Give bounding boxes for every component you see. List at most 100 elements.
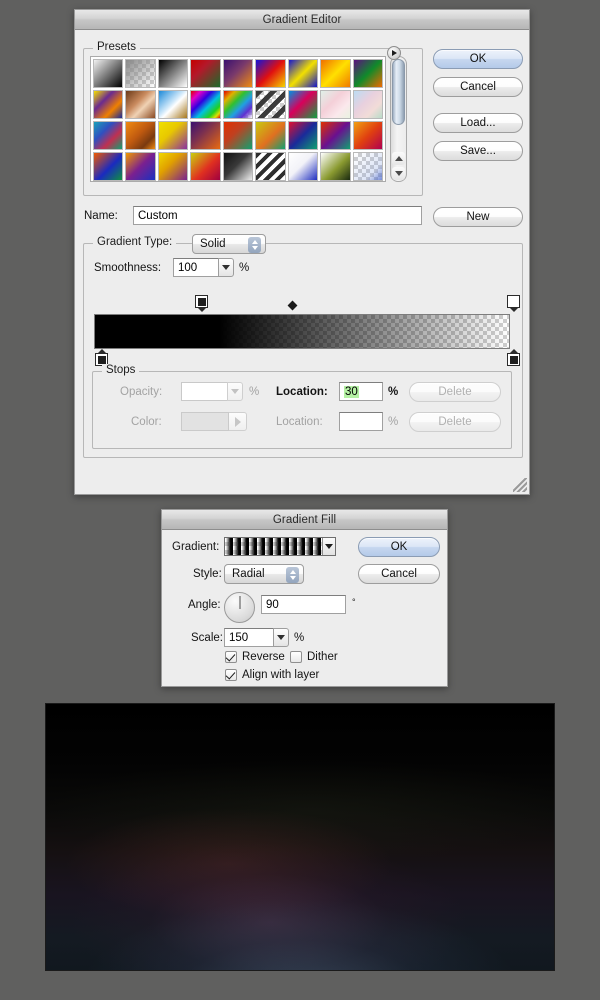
opacity-input[interactable] xyxy=(181,382,243,401)
preset-swatch[interactable] xyxy=(222,121,254,150)
preset-swatch[interactable] xyxy=(255,121,286,150)
opacity-delete-button[interactable]: Delete xyxy=(409,382,501,402)
preset-swatch[interactable] xyxy=(222,59,254,88)
new-button-label: New xyxy=(466,211,490,223)
gradient-preview-fill xyxy=(95,315,509,348)
preset-swatch[interactable] xyxy=(320,121,351,150)
ok-button[interactable]: OK xyxy=(433,49,523,69)
scroll-up-icon[interactable] xyxy=(392,152,405,165)
load-button-label: Load... xyxy=(460,117,496,129)
save-button[interactable]: Save... xyxy=(433,141,523,161)
color-location-percent: % xyxy=(388,416,399,428)
gradient-preview-strip[interactable] xyxy=(94,314,510,349)
new-button[interactable]: New xyxy=(433,207,523,227)
preset-swatch[interactable] xyxy=(255,90,286,119)
preset-swatch[interactable] xyxy=(125,59,156,88)
opacity-stop-end[interactable] xyxy=(507,295,520,312)
gf-reverse-checkbox[interactable]: Reverse xyxy=(225,651,285,663)
name-label: Name: xyxy=(84,210,118,222)
gradient-type-label-text: Gradient Type: xyxy=(93,236,177,248)
preset-swatch[interactable] xyxy=(93,152,124,181)
color-stop-end[interactable] xyxy=(507,349,520,366)
smoothness-stepper[interactable]: 100 xyxy=(173,258,234,277)
scroll-down-icon[interactable] xyxy=(392,167,405,180)
gf-scale-dropdown-icon[interactable] xyxy=(273,628,289,647)
cancel-button[interactable]: Cancel xyxy=(433,77,523,97)
preset-swatch[interactable] xyxy=(352,121,383,150)
opacity-stop-selected[interactable] xyxy=(195,295,208,312)
preset-swatch[interactable] xyxy=(222,90,254,119)
gradient-type-select[interactable]: Solid xyxy=(192,234,266,254)
preset-swatch[interactable] xyxy=(157,59,189,88)
color-popup-icon[interactable] xyxy=(229,412,247,431)
color-well[interactable] xyxy=(181,412,247,431)
opacity-percent: % xyxy=(249,386,260,398)
presets-scrollbar-thumb[interactable] xyxy=(392,59,405,125)
preset-swatch[interactable] xyxy=(125,121,156,150)
gf-gradient-dropdown-icon[interactable] xyxy=(322,538,335,555)
preset-swatch[interactable] xyxy=(320,90,351,119)
gf-cancel-button[interactable]: Cancel xyxy=(358,564,440,584)
gf-angle-degree: ° xyxy=(352,597,356,607)
preset-swatch-fill xyxy=(126,60,155,87)
preset-swatch[interactable] xyxy=(157,152,189,181)
preset-swatch[interactable] xyxy=(320,59,351,88)
gradient-name-input[interactable]: Custom xyxy=(133,206,422,225)
preset-swatch[interactable] xyxy=(93,59,124,88)
gradient-name-value: Custom xyxy=(138,209,178,222)
opacity-dropdown-icon[interactable] xyxy=(227,382,243,401)
color-location-input[interactable] xyxy=(339,412,383,431)
preset-swatch[interactable] xyxy=(125,152,156,181)
gradient-editor-title: Gradient Editor xyxy=(262,13,342,26)
load-button[interactable]: Load... xyxy=(433,113,523,133)
opacity-location-label: Location: xyxy=(276,386,328,398)
gf-dither-checkbox[interactable]: Dither xyxy=(290,651,338,663)
preset-swatch[interactable] xyxy=(287,59,319,88)
gf-style-value: Radial xyxy=(232,568,265,580)
gradient-editor-titlebar[interactable]: Gradient Editor xyxy=(75,10,529,30)
preset-swatch[interactable] xyxy=(287,152,319,181)
preset-swatch[interactable] xyxy=(352,90,383,119)
gradient-fill-titlebar[interactable]: Gradient Fill xyxy=(162,510,447,530)
presets-scrollbar[interactable] xyxy=(390,56,407,182)
opacity-location-input[interactable]: 30 xyxy=(339,382,383,401)
color-swatch[interactable] xyxy=(181,412,229,431)
gf-gradient-preview[interactable] xyxy=(224,537,336,556)
gf-angle-dial[interactable] xyxy=(224,592,255,623)
smoothness-dropdown-icon[interactable] xyxy=(218,258,234,277)
preset-swatch[interactable] xyxy=(352,59,383,88)
gf-angle-value: 90 xyxy=(266,598,279,611)
gf-gradient-preview-swatch xyxy=(225,538,322,555)
preset-swatch[interactable] xyxy=(157,121,189,150)
preset-swatch[interactable] xyxy=(255,152,286,181)
gf-scale-stepper[interactable]: 150 xyxy=(224,628,289,647)
gradient-type-stepper-icon[interactable] xyxy=(248,237,261,253)
preset-swatch[interactable] xyxy=(157,90,189,119)
gf-dither-label: Dither xyxy=(307,651,338,663)
presets-menu-icon[interactable] xyxy=(387,46,401,60)
gf-angle-input[interactable]: 90 xyxy=(261,595,346,614)
preset-swatch[interactable] xyxy=(190,152,221,181)
preset-swatch[interactable] xyxy=(190,59,221,88)
preset-swatch[interactable] xyxy=(93,121,124,150)
gf-align-checkbox[interactable]: Align with layer xyxy=(225,669,319,681)
preset-swatch[interactable] xyxy=(320,152,351,181)
gf-ok-button[interactable]: OK xyxy=(358,537,440,557)
preset-swatch[interactable] xyxy=(255,59,286,88)
color-delete-button[interactable]: Delete xyxy=(409,412,501,432)
preset-swatch[interactable] xyxy=(190,90,221,119)
resize-grip-icon[interactable] xyxy=(513,478,527,492)
gf-style-select[interactable]: Radial xyxy=(224,564,304,584)
opacity-midpoint-icon[interactable] xyxy=(287,300,298,311)
preset-swatch[interactable] xyxy=(222,152,254,181)
gf-style-label: Style: xyxy=(193,568,222,580)
preset-swatch[interactable] xyxy=(352,152,383,181)
preset-swatch[interactable] xyxy=(287,121,319,150)
preset-swatch[interactable] xyxy=(190,121,221,150)
opacity-label: Opacity: xyxy=(120,386,163,398)
gf-style-stepper-icon[interactable] xyxy=(286,567,299,583)
preset-swatch[interactable] xyxy=(287,90,319,119)
preset-swatch[interactable] xyxy=(93,90,124,119)
preset-swatch[interactable] xyxy=(125,90,156,119)
presets-grid[interactable] xyxy=(90,56,386,182)
